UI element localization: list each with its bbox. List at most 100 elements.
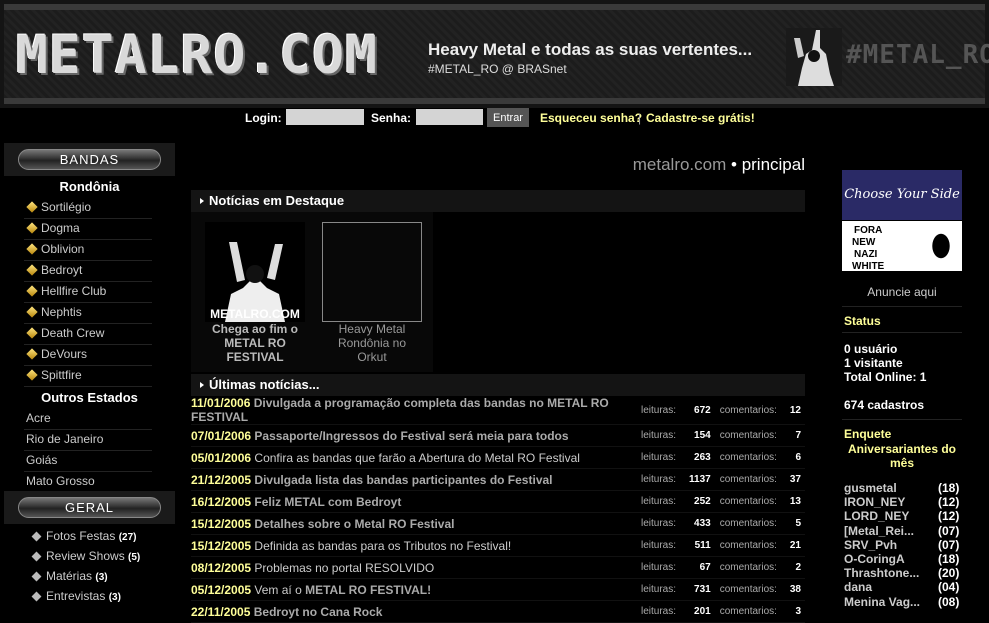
login-input[interactable] (286, 109, 364, 125)
comentarios-count[interactable]: 2 (789, 556, 805, 579)
news-row[interactable]: 16/12/2005 Feliz METAL com Bedroyt leitur… (191, 490, 805, 513)
news-row[interactable]: 05/12/2005 Vem aí o METAL RO FESTIVAL! le… (191, 578, 805, 601)
news-title-cell[interactable]: 07/01/2006 Passaporte/Ingressos do Festi… (191, 424, 641, 447)
news-title-cell[interactable]: 16/12/2005 Feliz METAL com Bedroyt (191, 490, 641, 513)
comentarios-count[interactable]: 7 (789, 424, 805, 447)
comentarios-count[interactable]: 5 (789, 512, 805, 535)
comentarios-count[interactable]: 37 (789, 468, 805, 491)
sidebar-band-item[interactable]: Death Crew (26, 326, 104, 340)
news-title-link[interactable]: Problemas no portal RESOLVIDO (254, 561, 434, 575)
sidebar-band-item[interactable]: Oblivion (26, 242, 84, 256)
news-row[interactable]: 22/11/2005 Bedroyt no Cana Rock leituras:… (191, 600, 805, 623)
register-link[interactable]: Cadastre-se grátis! (646, 111, 755, 125)
birthday-item[interactable]: Thrashtone... (20) (844, 566, 964, 580)
comentarios-count[interactable]: 3 (789, 600, 805, 623)
birthday-name[interactable]: IRON_NEY (844, 495, 905, 509)
news-title-cell[interactable]: 21/12/2005 Divulgada lista das bandas pa… (191, 468, 641, 491)
sidebar-geral-item[interactable]: Entrevistas (3) (31, 589, 121, 603)
sidebar-state-item[interactable]: Mato Grosso (26, 474, 95, 488)
comentarios-count[interactable]: 21 (789, 534, 805, 557)
birthday-item[interactable]: gusmetal (18) (844, 481, 964, 495)
destaque-caption[interactable]: Heavy Metal Rondônia no Orkut (322, 322, 422, 364)
birthday-item[interactable]: IRON_NEY (12) (844, 495, 964, 509)
news-title-cell[interactable]: 22/11/2005 Bedroyt no Cana Rock (191, 600, 641, 623)
sidebar-band-item[interactable]: Nephtis (26, 305, 82, 319)
news-row[interactable]: 05/01/2006 Confira as bandas que farão a… (191, 446, 805, 469)
enquete-link[interactable]: Enquete (844, 427, 891, 441)
birthday-item[interactable]: [Metal_Rei... (07) (844, 524, 964, 538)
birthday-name[interactable]: Menina Vag... (844, 595, 920, 609)
birthday-name[interactable]: [Metal_Rei... (844, 524, 914, 538)
news-title-cell[interactable]: 15/12/2005 Definida as bandas para os Tr… (191, 534, 641, 557)
sidebar-state-item[interactable]: Goiás (26, 453, 57, 467)
birthday-name[interactable]: O-CoringA (844, 552, 905, 566)
news-title-link[interactable]: Definida as bandas para os Tributos no F… (254, 539, 511, 553)
birthday-item[interactable]: dana (04) (844, 580, 964, 594)
birthday-name[interactable]: LORD_NEY (844, 509, 909, 523)
birthday-name[interactable]: dana (844, 580, 872, 594)
birthday-name[interactable]: Thrashtone... (844, 566, 919, 580)
comentarios-count[interactable]: 13 (789, 490, 805, 513)
sidebar-geral-item[interactable]: Review Shows (5) (31, 549, 140, 563)
news-title-link[interactable]: METAL RO FESTIVAL! (305, 583, 431, 597)
news-title-cell[interactable]: 05/01/2006 Confira as bandas que farão a… (191, 446, 641, 469)
news-title-cell[interactable]: 08/12/2005 Problemas no portal RESOLVIDO (191, 556, 641, 579)
anuncie-link[interactable]: Anuncie aqui (842, 285, 962, 299)
news-title-link[interactable]: Bedroyt no Cana Rock (254, 605, 383, 619)
birthday-name[interactable]: SRV_Pvh (844, 538, 897, 552)
sidebar-band-label[interactable]: Oblivion (41, 242, 84, 256)
sidebar-band-label[interactable]: Death Crew (41, 326, 104, 340)
sidebar-band-label[interactable]: Nephtis (41, 305, 82, 319)
breadcrumb-site[interactable]: metalro.com (633, 155, 727, 174)
news-title-cell[interactable]: 05/12/2005 Vem aí o METAL RO FESTIVAL! (191, 578, 641, 601)
destaque-caption[interactable]: Chega ao fim o METAL RO FESTIVAL (205, 322, 305, 364)
news-row[interactable]: 08/12/2005 Problemas no portal RESOLVIDO… (191, 556, 805, 579)
news-title-link[interactable]: Detalhes sobre o Metal RO Festival (254, 517, 454, 531)
news-title-link[interactable]: Passaporte/Ingressos do Festival será me… (254, 429, 568, 443)
sidebar-geral-label[interactable]: Matérias (46, 569, 95, 583)
news-row[interactable]: 11/01/2006 Divulgada a programação compl… (191, 396, 805, 425)
choose-your-side-banner[interactable]: Choose Your Side (842, 170, 962, 220)
site-logo[interactable]: METALRO.COM (16, 25, 378, 86)
sidebar-band-label[interactable]: DeVours (41, 347, 87, 361)
news-row[interactable]: 15/12/2005 Detalhes sobre o Metal RO Fes… (191, 512, 805, 535)
news-title-cell[interactable]: 11/01/2006 Divulgada a programação compl… (191, 396, 641, 425)
anti-nazi-banner[interactable]: FORA NEW NAZI WHITE (842, 221, 962, 272)
sidebar-geral-label[interactable]: Entrevistas (46, 589, 109, 603)
birthday-item[interactable]: Menina Vag... (08) (844, 595, 964, 609)
news-title-cell[interactable]: 15/12/2005 Detalhes sobre o Metal RO Fes… (191, 512, 641, 535)
sidebar-geral-label[interactable]: Review Shows (46, 549, 128, 563)
sidebar-band-item[interactable]: DeVours (26, 347, 87, 361)
sidebar-band-item[interactable]: Hellfire Club (26, 284, 106, 298)
birthday-item[interactable]: LORD_NEY (12) (844, 509, 964, 523)
news-title-link[interactable]: Divulgada a programação completa das ban… (191, 396, 609, 424)
sidebar-band-item[interactable]: Dogma (26, 221, 80, 235)
birthday-name[interactable]: gusmetal (844, 481, 897, 495)
news-row[interactable]: 07/01/2006 Passaporte/Ingressos do Festi… (191, 424, 805, 447)
sidebar-band-label[interactable]: Sortilégio (41, 200, 91, 214)
comentarios-count[interactable]: 6 (789, 446, 805, 469)
sidebar-band-label[interactable]: Bedroyt (41, 263, 82, 277)
news-title-link[interactable]: Feliz METAL com Bedroyt (254, 495, 401, 509)
broken-image[interactable] (322, 222, 422, 322)
sidebar-state-item[interactable]: Acre (26, 411, 51, 425)
sidebar-geral-label[interactable]: Fotos Festas (46, 529, 119, 543)
birthday-item[interactable]: O-CoringA (18) (844, 552, 964, 566)
sidebar-geral-item[interactable]: Matérias (3) (31, 569, 108, 583)
comentarios-count[interactable]: 12 (789, 396, 805, 425)
birthday-item[interactable]: SRV_Pvh (07) (844, 538, 964, 552)
news-title-prefix[interactable]: Vem aí o (254, 583, 305, 597)
metalro-photo-image[interactable]: METALRO.COM (205, 222, 305, 322)
password-input[interactable] (416, 109, 483, 125)
comentarios-count[interactable]: 38 (789, 578, 805, 601)
sidebar-band-item[interactable]: Sortilégio (26, 200, 91, 214)
sidebar-band-label[interactable]: Dogma (41, 221, 80, 235)
sidebar-band-label[interactable]: Hellfire Club (41, 284, 106, 298)
news-title-link[interactable]: Confira as bandas que farão a Abertura d… (254, 451, 580, 465)
sidebar-band-item[interactable]: Spittfire (26, 368, 82, 382)
sidebar-state-item[interactable]: Rio de Janeiro (26, 432, 103, 446)
sidebar-band-item[interactable]: Bedroyt (26, 263, 82, 277)
news-row[interactable]: 21/12/2005 Divulgada lista das bandas pa… (191, 468, 805, 491)
news-title-link[interactable]: Divulgada lista das bandas participantes… (254, 473, 552, 487)
entrar-button[interactable]: Entrar (487, 108, 529, 127)
